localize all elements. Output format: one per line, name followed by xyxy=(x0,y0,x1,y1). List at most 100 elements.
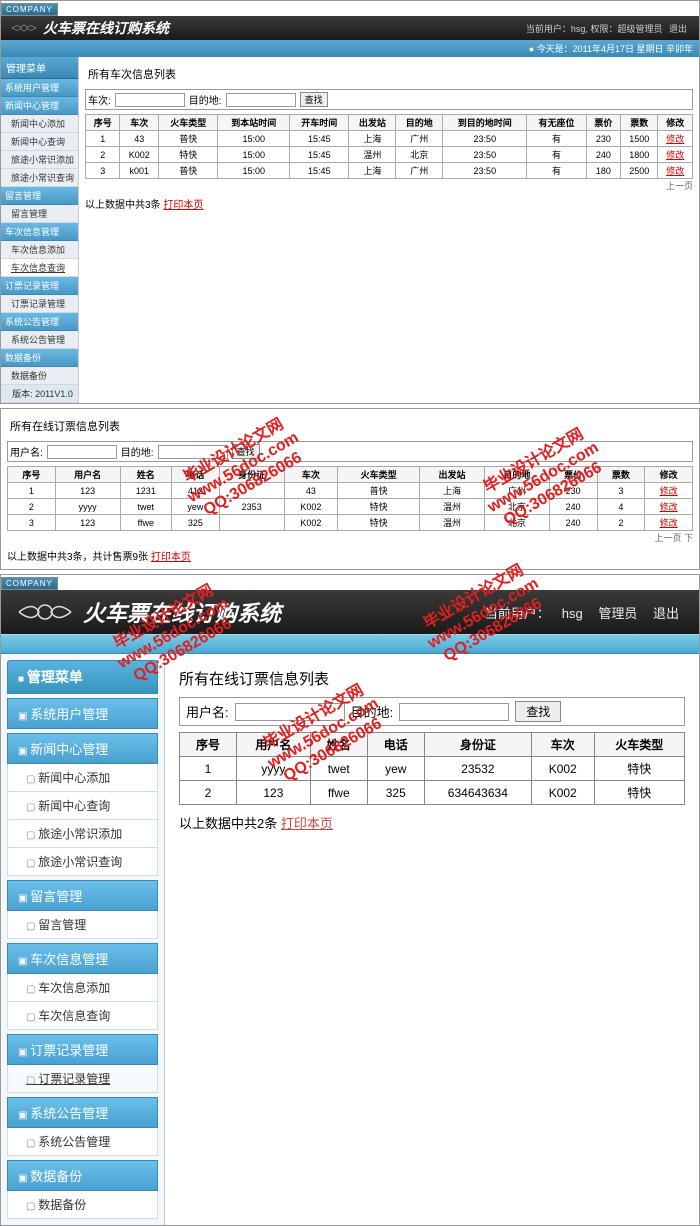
table-header: 修改 xyxy=(645,467,693,483)
sidebar-category[interactable]: 系统用户管理 xyxy=(7,698,158,729)
sidebar-item[interactable]: 旅途小常识查询 xyxy=(7,848,158,876)
search-train-input[interactable] xyxy=(115,93,185,107)
table-cell: 上海 xyxy=(349,131,396,147)
sidebar-item[interactable]: 旅途小常识添加 xyxy=(1,151,78,169)
table-cell: twet xyxy=(310,757,367,781)
edit-link[interactable]: 修改 xyxy=(660,502,678,512)
sidebar-item[interactable]: 数据备份 xyxy=(7,1191,158,1219)
table-cell: 15:00 xyxy=(218,147,290,163)
table-cell: 15:00 xyxy=(218,163,290,179)
sidebar-category[interactable]: 车次信息管理 xyxy=(7,943,158,974)
sidebar-item[interactable]: 系统公告管理 xyxy=(1,331,78,349)
company-tag2: COMPANY xyxy=(1,577,58,590)
sidebar-item[interactable]: 新闻中心查询 xyxy=(1,133,78,151)
sidebar-item[interactable]: 数据备份 xyxy=(1,367,78,385)
print-link2[interactable]: 打印本页 xyxy=(151,552,191,563)
sidebar-big: 管理菜单 系统用户管理新闻中心管理新闻中心添加新闻中心查询旅途小常识添加旅途小常… xyxy=(1,654,165,1225)
table-header: 火车类型 xyxy=(594,733,684,757)
sidebar-item[interactable]: 新闻中心查询 xyxy=(7,792,158,820)
print-link-big[interactable]: 打印本页 xyxy=(281,816,333,831)
edit-link[interactable]: 修改 xyxy=(666,134,684,144)
table-cell: 4 xyxy=(597,499,645,515)
header-info-big: 当前用户：hsg 管理员 退出 xyxy=(479,603,685,622)
table-cell: 特快 xyxy=(338,515,420,531)
sidebar-item[interactable]: 车次信息查询 xyxy=(7,1002,158,1030)
search-label-dest: 目的地: xyxy=(189,92,222,107)
search-button[interactable]: 查找 xyxy=(300,92,328,107)
table-row: 143普快15:0015:45上海广州23:50有2301500修改 xyxy=(86,131,693,147)
table-cell xyxy=(219,483,284,499)
sidebar-category[interactable]: 系统用户管理 xyxy=(1,79,78,97)
train-summary: 以上数据中共3条 打印本页 xyxy=(85,196,693,211)
content-big: 所有在线订票信息列表 用户名: 目的地: 查找 序号用户名姓名电话身份证车次火车… xyxy=(165,654,699,1225)
sidebar-category[interactable]: 数据备份 xyxy=(7,1160,158,1191)
sidebar-category[interactable]: 留言管理 xyxy=(1,187,78,205)
table-cell: 634643634 xyxy=(424,781,531,805)
table-cell: 412 xyxy=(172,483,220,499)
table-cell: yew xyxy=(172,499,220,515)
sidebar-category[interactable]: 订票记录管理 xyxy=(7,1034,158,1065)
table-cell: 北京 xyxy=(396,147,443,163)
table-header: 到目的地时间 xyxy=(443,115,527,131)
search-dest-input[interactable] xyxy=(226,93,296,107)
sidebar-category[interactable]: 订票记录管理 xyxy=(1,277,78,295)
sidebar-category[interactable]: 车次信息管理 xyxy=(1,223,78,241)
table-header: 身份证 xyxy=(219,467,284,483)
search-dest-input2[interactable] xyxy=(158,445,228,459)
table-cell: 北京 xyxy=(484,515,549,531)
sidebar-item[interactable]: 系统公告管理 xyxy=(7,1128,158,1156)
sidebar-category[interactable]: 留言管理 xyxy=(7,880,158,911)
sidebar-item[interactable]: 订票记录管理 xyxy=(7,1065,158,1093)
sidebar-category[interactable]: 数据备份 xyxy=(1,349,78,367)
search-user-input[interactable] xyxy=(47,445,117,459)
table-cell: 23:50 xyxy=(443,131,527,147)
table-cell: 3 xyxy=(86,163,120,179)
search-dest-input-big[interactable] xyxy=(399,703,509,721)
search-button-big[interactable]: 查找 xyxy=(515,701,561,722)
table-header: 序号 xyxy=(8,467,56,483)
sidebar-category[interactable]: 系统公告管理 xyxy=(7,1097,158,1128)
sidebar-item[interactable]: 旅途小常识查询 xyxy=(1,169,78,187)
panel-top: COMPANY 火车票在线订购系统 当前用户：hsg, 权限：超级管理员 退出 … xyxy=(0,0,700,404)
table-header: 票价 xyxy=(586,115,620,131)
sidebar-item[interactable]: 新闻中心添加 xyxy=(7,764,158,792)
edit-link[interactable]: 修改 xyxy=(660,486,678,496)
sidebar-category[interactable]: 系统公告管理 xyxy=(1,313,78,331)
search-label-dest2: 目的地: xyxy=(121,444,154,459)
search-label-dest-big: 目的地: xyxy=(351,702,394,721)
layout-small: 管理菜单 系统用户管理新闻中心管理新闻中心添加新闻中心查询旅途小常识添加旅途小常… xyxy=(1,57,699,403)
search-user-input-big[interactable] xyxy=(235,703,345,721)
sidebar-item[interactable]: 旅途小常识添加 xyxy=(7,820,158,848)
edit-link[interactable]: 修改 xyxy=(666,166,684,176)
logout-big[interactable]: 退出 xyxy=(653,606,679,621)
edit-link[interactable]: 修改 xyxy=(666,150,684,160)
sidebar-item[interactable]: 留言管理 xyxy=(7,911,158,939)
table-cell: 特快 xyxy=(338,499,420,515)
table-header: 到本站时间 xyxy=(218,115,290,131)
sidebar-item[interactable]: 车次信息添加 xyxy=(1,241,78,259)
sidebar-category[interactable]: 新闻中心管理 xyxy=(1,97,78,115)
table-cell: 上海 xyxy=(420,483,485,499)
table-cell: 特快 xyxy=(159,147,218,163)
edit-link[interactable]: 修改 xyxy=(660,518,678,528)
big-summary-text: 以上数据中共2条 xyxy=(179,816,277,831)
table-cell: 43 xyxy=(120,131,159,147)
sidebar-item[interactable]: 车次信息查询 xyxy=(1,259,78,277)
booking-pager[interactable]: 上一页 下 xyxy=(7,531,693,544)
search-button2[interactable]: 查找 xyxy=(232,444,260,459)
sidebar-item[interactable]: 留言管理 xyxy=(1,205,78,223)
sidebar-item[interactable]: 车次信息添加 xyxy=(7,974,158,1002)
table-cell: 广州 xyxy=(396,131,443,147)
train-pager[interactable]: 上一页 xyxy=(85,179,693,192)
sidebar-item[interactable]: 订票记录管理 xyxy=(1,295,78,313)
table-cell: 230 xyxy=(586,131,620,147)
table-header: 序号 xyxy=(86,115,120,131)
logout-link[interactable]: 退出 xyxy=(669,24,687,34)
table-cell: 3 xyxy=(8,515,56,531)
table-cell: 325 xyxy=(172,515,220,531)
table-cell: 修改 xyxy=(658,147,693,163)
print-link[interactable]: 打印本页 xyxy=(163,200,203,211)
sidebar-item[interactable]: 新闻中心添加 xyxy=(1,115,78,133)
date-text: 今天是：2011年4月17日 星期日 辛卯年 xyxy=(537,44,693,54)
sidebar-category[interactable]: 新闻中心管理 xyxy=(7,733,158,764)
